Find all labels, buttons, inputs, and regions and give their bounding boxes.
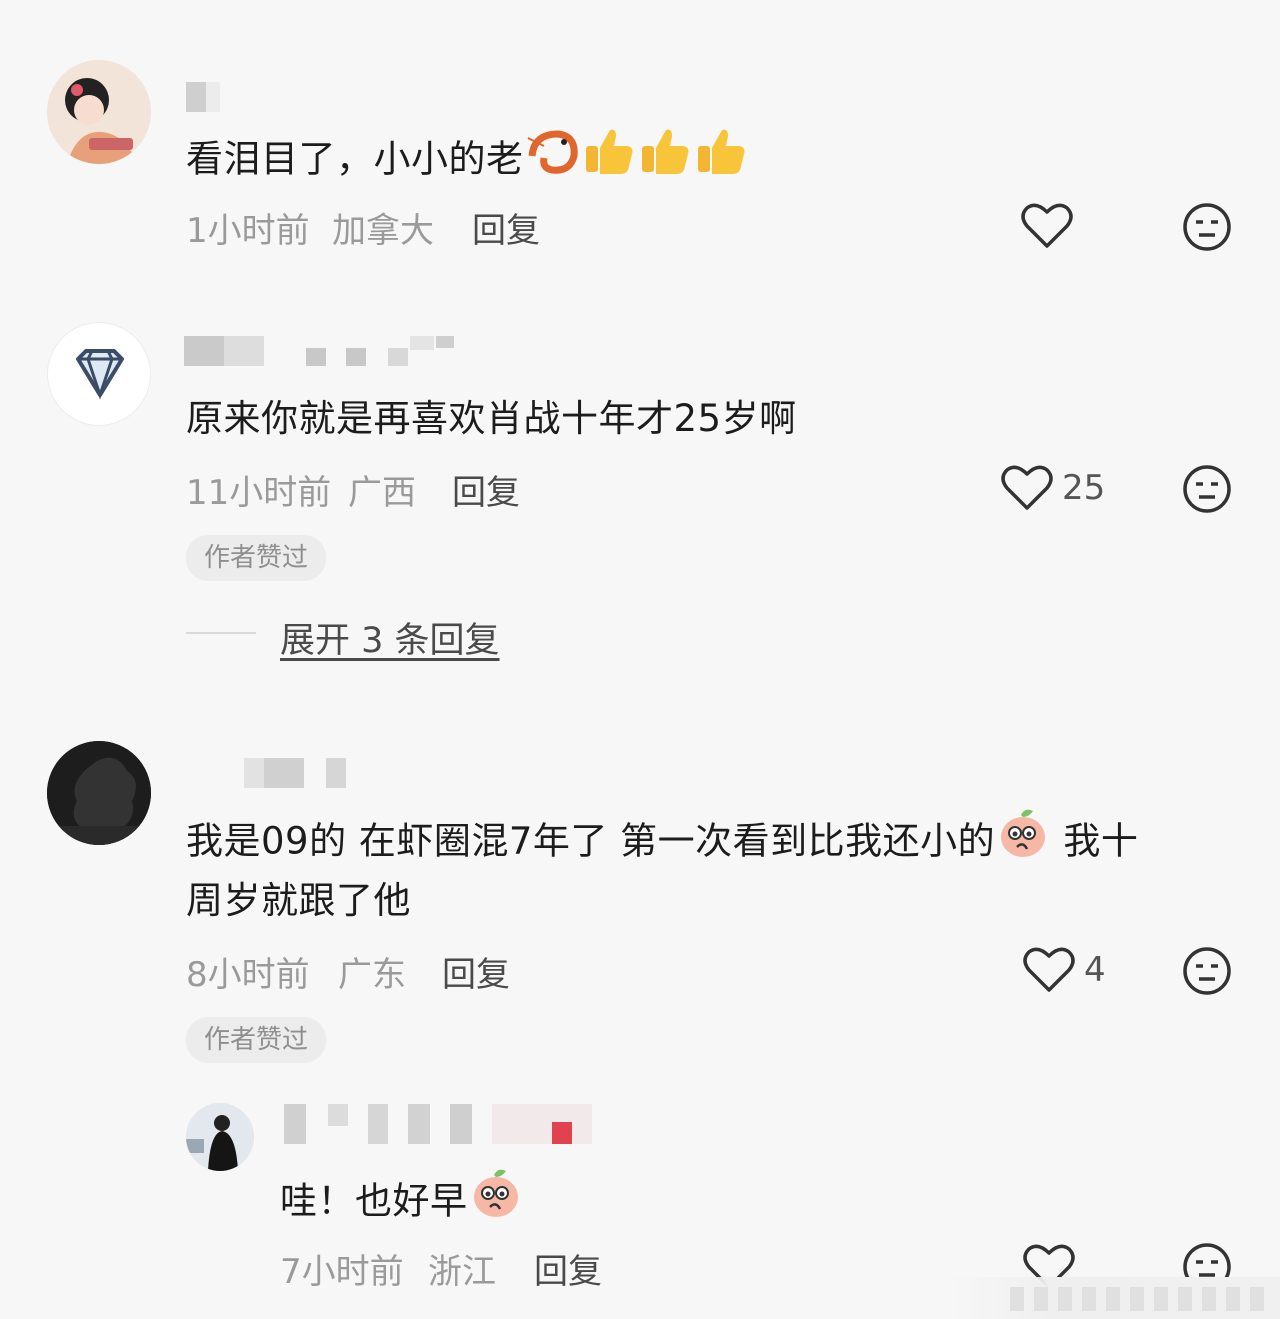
username[interactable]: [244, 758, 354, 788]
avatar-photo: [186, 1103, 254, 1171]
author-liked-badge: 作者赞过: [186, 1017, 327, 1063]
reply-button[interactable]: 回复: [452, 465, 520, 514]
thumbs-up-emoji: [692, 126, 748, 196]
reply-button[interactable]: 回复: [472, 203, 540, 252]
avatar[interactable]: [47, 741, 151, 845]
like-count: 4: [1084, 950, 1106, 990]
like-count: 25: [1062, 468, 1106, 508]
expand-divider: [186, 632, 256, 634]
reply-location: 浙江: [428, 1252, 496, 1292]
comment-time: 1小时前: [186, 211, 310, 251]
reply-button[interactable]: 回复: [534, 1244, 602, 1293]
diamond-icon: [76, 349, 124, 400]
avatar[interactable]: [47, 60, 151, 164]
avatar[interactable]: [47, 322, 151, 426]
comment-location: 广东: [338, 955, 406, 995]
dislike-face-icon[interactable]: [1182, 464, 1232, 518]
username[interactable]: [184, 336, 454, 366]
thumbs-up-emoji: [636, 126, 692, 196]
username[interactable]: [284, 1104, 594, 1144]
comment-time: 8小时前: [186, 955, 310, 995]
peach-crying-emoji: [468, 1165, 524, 1241]
avatar[interactable]: [186, 1103, 254, 1171]
comment-text: 原来你就是再喜欢肖战十年才25岁啊: [186, 397, 797, 440]
avatar-photo: [47, 741, 151, 845]
avatar-illustration: [47, 60, 151, 164]
peach-crying-emoji: [995, 805, 1051, 881]
dislike-face-icon[interactable]: [1182, 946, 1232, 1000]
shrimp-emoji: [524, 126, 580, 196]
heart-icon[interactable]: [1020, 202, 1074, 254]
expand-replies-button[interactable]: 展开 3 条回复: [280, 612, 500, 663]
thumbs-up-emoji: [580, 126, 636, 196]
heart-icon[interactable]: [1022, 946, 1076, 998]
author-liked-badge: 作者赞过: [186, 535, 327, 581]
comment-time: 11小时前: [186, 473, 332, 513]
reply-time: 7小时前: [280, 1252, 404, 1292]
comment-location: 广西: [348, 473, 416, 513]
username[interactable]: [186, 82, 246, 112]
heart-icon[interactable]: [1000, 464, 1054, 516]
reply-button[interactable]: 回复: [442, 947, 510, 996]
watermark: [950, 1277, 1280, 1319]
comment-text: 看泪目了，小小的老: [186, 126, 748, 196]
comment-location: 加拿大: [332, 211, 434, 251]
comment-text-line2: 周岁就跟了他: [186, 879, 411, 922]
reply-text: 哇！也好早: [280, 1165, 524, 1241]
dislike-face-icon[interactable]: [1182, 202, 1232, 256]
